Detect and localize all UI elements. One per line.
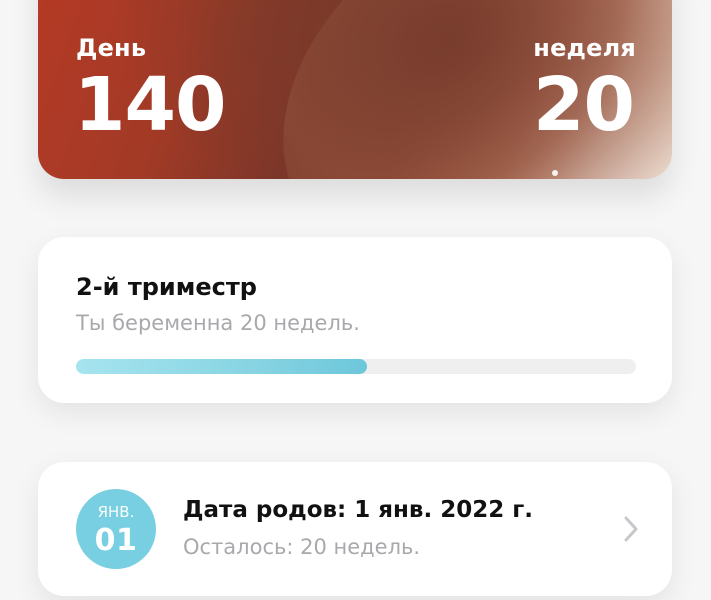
week-value: 20 [533, 62, 635, 148]
day-label: День [76, 34, 147, 62]
badge-month: ЯНВ. [97, 503, 135, 521]
hero-page-indicator [552, 170, 558, 176]
due-date-subtitle: Осталось: 20 недель. [183, 535, 421, 559]
chevron-right-icon[interactable] [624, 516, 638, 542]
day-value: 140 [74, 62, 226, 148]
trimester-card[interactable]: 2-й триместр Ты беременна 20 недель. [38, 237, 672, 403]
due-date-card[interactable]: ЯНВ. 01 Дата родов: 1 янв. 2022 г. Остал… [38, 462, 672, 596]
trimester-progress-fill [76, 359, 368, 374]
trimester-title: 2-й триместр [76, 273, 257, 301]
week-label: неделя [533, 34, 636, 62]
pregnancy-hero-card: День 140 неделя 20 [38, 0, 672, 179]
badge-day: 01 [94, 523, 138, 558]
trimester-subtitle: Ты беременна 20 недель. [76, 311, 360, 335]
due-date-title: Дата родов: 1 янв. 2022 г. [183, 497, 534, 523]
due-date-badge: ЯНВ. 01 [76, 489, 156, 569]
trimester-progress-bar [76, 359, 636, 374]
